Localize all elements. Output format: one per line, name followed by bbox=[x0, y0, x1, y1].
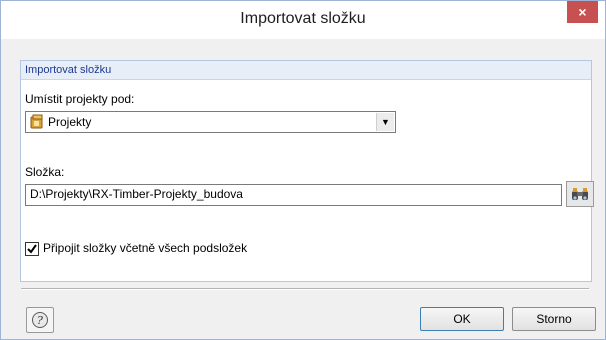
help-icon: ? bbox=[32, 312, 48, 328]
place-combobox[interactable]: Projekty ▼ bbox=[25, 111, 396, 133]
separator bbox=[21, 288, 589, 290]
dialog-window: Importovat složku × Importovat složku Um… bbox=[0, 0, 606, 340]
ok-button[interactable]: OK bbox=[420, 307, 504, 331]
place-label: Umístit projekty pod: bbox=[25, 92, 135, 106]
folder-path-field[interactable] bbox=[25, 184, 562, 206]
project-folder-icon bbox=[29, 114, 45, 133]
chevron-down-icon[interactable]: ▼ bbox=[376, 113, 394, 131]
close-button[interactable]: × bbox=[567, 1, 598, 23]
binoculars-icon bbox=[572, 188, 588, 200]
close-icon: × bbox=[578, 4, 587, 20]
include-subfolders-label[interactable]: Připojit složky včetně všech podsložek bbox=[43, 241, 247, 255]
group-header: Importovat složku bbox=[21, 61, 591, 80]
checkmark-icon bbox=[27, 244, 37, 254]
include-subfolders-checkbox[interactable] bbox=[25, 242, 39, 256]
folder-label: Složka: bbox=[25, 165, 65, 179]
dialog-title: Importovat složku bbox=[240, 10, 366, 27]
folder-path-input[interactable] bbox=[26, 185, 562, 203]
title-bar: Importovat složku × bbox=[1, 1, 605, 39]
browse-button[interactable] bbox=[566, 181, 594, 207]
cancel-button[interactable]: Storno bbox=[512, 307, 596, 331]
place-combobox-value: Projekty bbox=[48, 115, 92, 129]
svg-text:?: ? bbox=[37, 314, 43, 327]
help-button[interactable]: ? bbox=[26, 307, 54, 333]
